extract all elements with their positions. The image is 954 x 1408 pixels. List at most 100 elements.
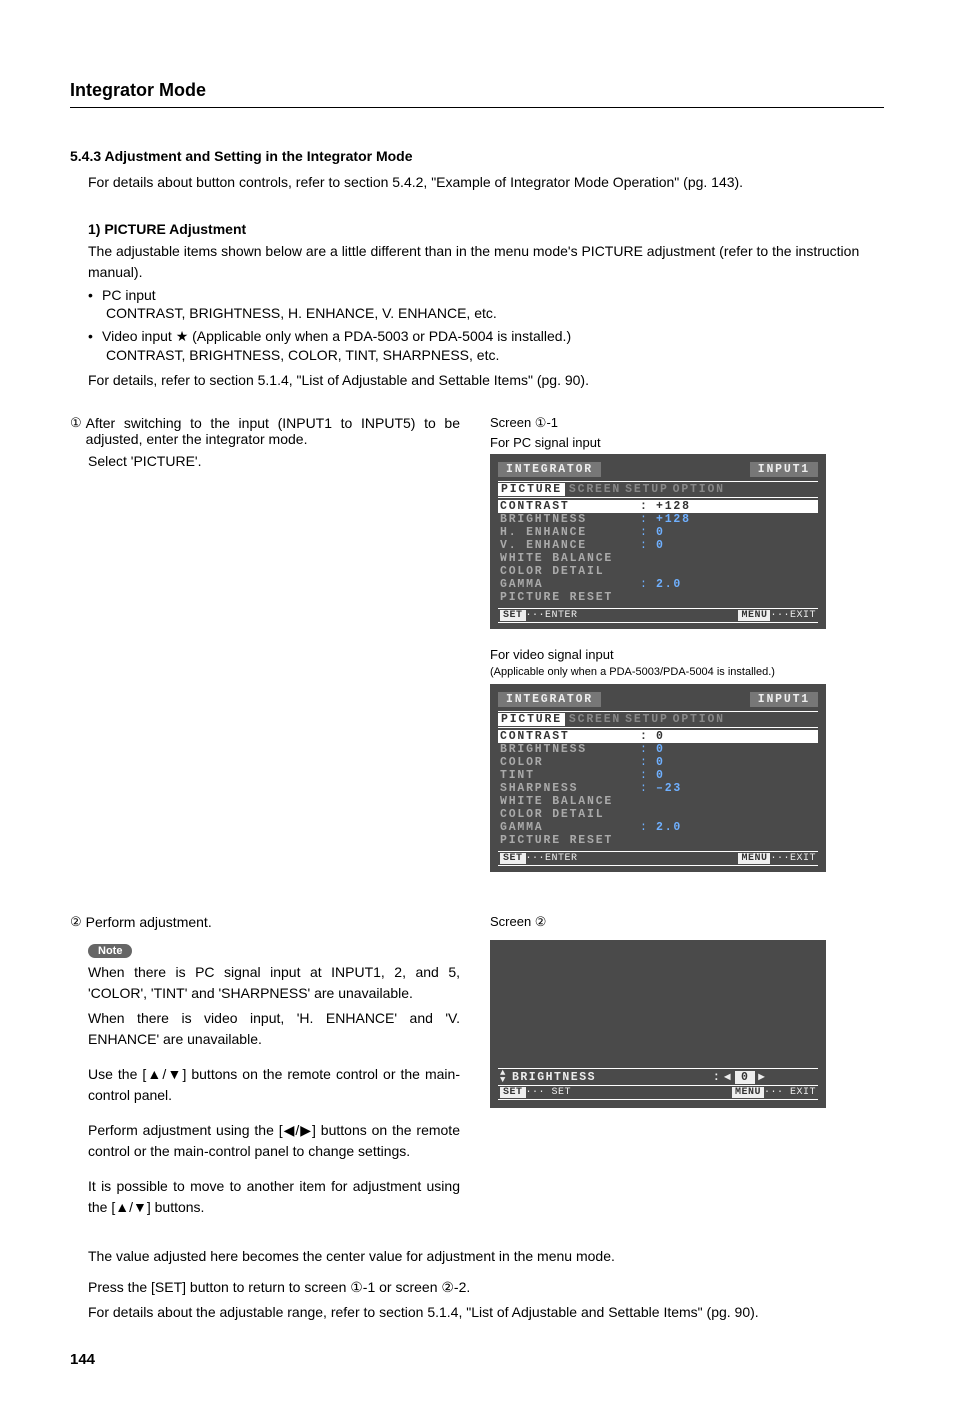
osd-small-footer: SET··· SET MENU··· EXIT: [498, 1086, 818, 1100]
bullet-video: • Video input ★ (Applicable only when a …: [88, 328, 884, 345]
osd-tab-setup: SETUP: [625, 483, 669, 496]
osd-colon: :: [713, 1071, 721, 1084]
screen1-label: Screen ①-1: [490, 415, 884, 431]
osd-tab-picture: PICTURE: [498, 483, 565, 496]
osd-row-value: +128: [656, 500, 691, 513]
center-value: The value adjusted here becomes the cent…: [88, 1246, 884, 1267]
move-item: It is possible to move to another item f…: [88, 1176, 460, 1218]
osd-row-label: BRIGHTNESS: [500, 513, 640, 526]
osd-row-colon: :: [640, 782, 656, 795]
bullet-video-label: Video input ★ (Applicable only when a PD…: [102, 328, 571, 345]
osd-row-value: 0: [656, 756, 665, 769]
osd-row-label: GAMMA: [500, 578, 640, 591]
osd-row: WHITE BALANCE: [498, 552, 818, 565]
osd-row-label: WHITE BALANCE: [500, 552, 640, 565]
osd-row: COLOR:0: [498, 756, 818, 769]
col-right-2: Screen ② ▲▼ BRIGHTNESS : ◀ 0 ▶ SET··· SE…: [490, 914, 884, 1222]
osd-row-value: –23: [656, 782, 682, 795]
osd-row-value: 2.0: [656, 821, 682, 834]
bullet-pc: • PC input: [88, 287, 884, 303]
osd-f-right: ···EXIT: [770, 610, 816, 621]
col-right: Screen ①-1 For PC signal input INTEGRATO…: [490, 415, 884, 890]
right-icon: ▶: [758, 1072, 766, 1082]
osd-input: INPUT1: [750, 462, 818, 477]
osd-row-value: 0: [656, 539, 665, 552]
osd-tabs: PICTURE SCREEN SETUP OPTION: [498, 711, 818, 728]
perform-adj: Perform adjustment using the [◀/▶] butto…: [88, 1120, 460, 1162]
osd-row: PICTURE RESET: [498, 834, 818, 847]
osd-row: SHARPNESS:–23: [498, 782, 818, 795]
osd2-f-left: ··· SET: [526, 1087, 572, 1098]
bullet-icon: •: [88, 328, 102, 345]
osd-footer: SET···ENTER MENU···EXIT: [498, 851, 818, 866]
osd-key-menu: MENU: [732, 1087, 764, 1098]
page: Integrator Mode 5.4.3 Adjustment and Set…: [0, 0, 954, 1408]
osd-tab-setup: SETUP: [625, 713, 669, 726]
bullet-video-items: CONTRAST, BRIGHTNESS, COLOR, TINT, SHARP…: [106, 345, 884, 366]
osd-row: BRIGHTNESS:+128: [498, 513, 818, 526]
sub1-p2: For details, refer to section 5.1.4, "Li…: [88, 370, 884, 391]
step1-num: ①: [70, 415, 82, 431]
osd-row: PICTURE RESET: [498, 591, 818, 604]
two-col: ① After switching to the input (INPUT1 t…: [70, 415, 884, 890]
bullet-pc-label: PC input: [102, 287, 156, 303]
osd-small-value: 0: [735, 1071, 755, 1084]
osd-row-value: 0: [656, 526, 665, 539]
osd-row-value: 0: [656, 743, 665, 756]
osd-row-colon: :: [640, 730, 656, 743]
osd-row-label: COLOR DETAIL: [500, 565, 640, 578]
step2-num: ②: [70, 914, 82, 930]
osd-row-colon: :: [640, 821, 656, 834]
osd-row-label: PICTURE RESET: [500, 591, 640, 604]
osd-row-label: PICTURE RESET: [500, 834, 640, 847]
osd-row-colon: :: [640, 578, 656, 591]
step2-a: Perform adjustment.: [86, 914, 212, 930]
page-number: 144: [70, 1351, 884, 1368]
osd-row-colon: :: [640, 500, 656, 513]
press-set: Press the [SET] button to return to scre…: [88, 1277, 884, 1298]
osd-row-value: 0: [656, 730, 665, 743]
screen1b-sublabel: For video signal input: [490, 647, 884, 662]
osd-row: TINT:0: [498, 769, 818, 782]
osd-row-colon: :: [640, 513, 656, 526]
osd-key-set: SET: [500, 1087, 526, 1098]
osd-row-label: GAMMA: [500, 821, 640, 834]
osd-row-label: BRIGHTNESS: [500, 743, 640, 756]
osd-key-set: SET: [500, 610, 526, 621]
step1-b: Select 'PICTURE'.: [88, 451, 460, 472]
two-col-2: ② Perform adjustment. Note When there is…: [70, 914, 884, 1222]
updown-icon: ▲▼: [500, 1070, 512, 1084]
osd-f-left: ···ENTER: [526, 853, 578, 864]
osd-key-set: SET: [500, 853, 526, 864]
osd-screen-1a: INTEGRATOR INPUT1 PICTURE SCREEN SETUP O…: [490, 454, 826, 629]
osd-row-value: 0: [656, 769, 665, 782]
osd-rows-1b: CONTRAST:0BRIGHTNESS:0COLOR:0TINT:0SHARP…: [498, 730, 818, 847]
osd-row-colon: :: [640, 526, 656, 539]
osd-row-label: COLOR DETAIL: [500, 808, 640, 821]
osd-row: H. ENHANCE:0: [498, 526, 818, 539]
osd-f-left: ···ENTER: [526, 610, 578, 621]
osd-blank: [498, 948, 818, 1068]
left-icon: ◀: [724, 1072, 732, 1082]
section-heading: 5.4.3 Adjustment and Setting in the Inte…: [70, 148, 884, 164]
osd-tabs: PICTURE SCREEN SETUP OPTION: [498, 481, 818, 498]
note-p2: When there is video input, 'H. ENHANCE' …: [88, 1008, 460, 1050]
osd-footer: SET···ENTER MENU···EXIT: [498, 608, 818, 623]
note-p1: When there is PC signal input at INPUT1,…: [88, 962, 460, 1004]
note-pill: Note: [88, 944, 132, 958]
step1: ① After switching to the input (INPUT1 t…: [70, 415, 460, 447]
step2: ② Perform adjustment.: [70, 914, 460, 930]
osd-key-menu: MENU: [738, 610, 770, 621]
osd-f-right: ···EXIT: [770, 853, 816, 864]
osd-row-colon: :: [640, 743, 656, 756]
bullet-pc-items: CONTRAST, BRIGHTNESS, H. ENHANCE, V. ENH…: [106, 303, 884, 324]
osd-small-val: : ◀ 0 ▶: [713, 1071, 766, 1084]
osd-screen-1b: INTEGRATOR INPUT1 PICTURE SCREEN SETUP O…: [490, 684, 826, 872]
osd-row-label: CONTRAST: [500, 730, 640, 743]
screen1-sublabel: For PC signal input: [490, 435, 884, 450]
osd-row: GAMMA:2.0: [498, 578, 818, 591]
osd-row: CONTRAST:0: [498, 730, 818, 743]
osd-input: INPUT1: [750, 692, 818, 707]
details-range: For details about the adjustable range, …: [88, 1302, 884, 1323]
osd-row-colon: :: [640, 756, 656, 769]
